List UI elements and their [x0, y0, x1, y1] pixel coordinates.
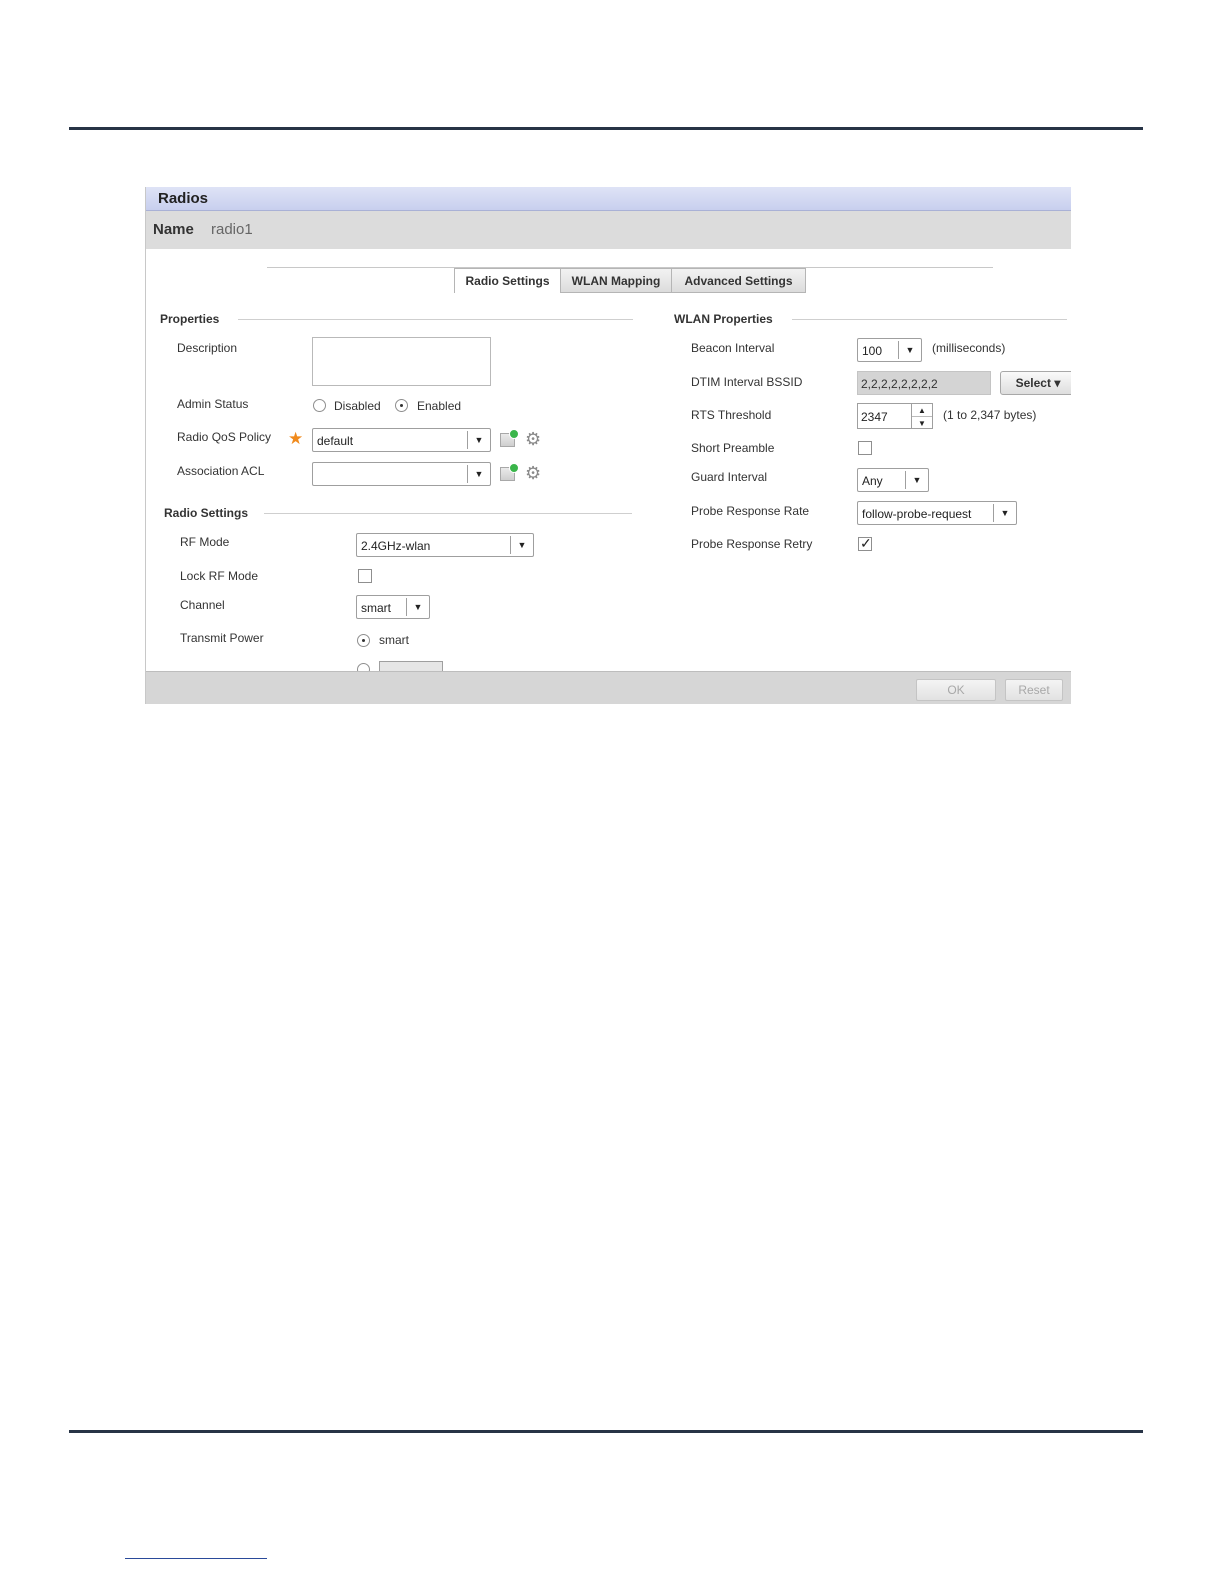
- rts-threshold-label: RTS Threshold: [691, 408, 772, 422]
- probe-response-rate-label: Probe Response Rate: [691, 504, 810, 518]
- spin-down-icon[interactable]: ▼: [912, 416, 932, 429]
- chevron-down-icon: ▼: [467, 431, 490, 449]
- chevron-down-icon: ▼: [467, 465, 490, 483]
- dialog-title: Radios: [158, 190, 209, 207]
- admin-status-disabled-label: Disabled: [334, 399, 381, 413]
- short-preamble-checkbox[interactable]: [858, 441, 872, 455]
- dtim-interval-field: 2,2,2,2,2,2,2,2: [857, 371, 991, 395]
- admin-status-enabled-radio[interactable]: [395, 399, 408, 412]
- short-preamble-label: Short Preamble: [691, 441, 775, 455]
- rts-threshold-range: (1 to 2,347 bytes): [943, 408, 1037, 422]
- properties-divider: [238, 319, 633, 320]
- chevron-down-icon: ▼: [510, 536, 533, 554]
- chevron-down-icon: ▼: [993, 504, 1016, 522]
- lock-rf-mode-checkbox[interactable]: [358, 569, 372, 583]
- reset-button[interactable]: Reset: [1005, 679, 1063, 701]
- rts-threshold-spinner[interactable]: 2347 ▲ ▼: [857, 403, 933, 429]
- admin-status-label: Admin Status: [177, 397, 249, 411]
- checkmark-icon: ✓: [860, 535, 872, 551]
- page-footer-rule: [69, 1430, 1143, 1433]
- transmit-power-label: Transmit Power: [180, 631, 264, 645]
- probe-response-retry-checkbox[interactable]: ✓: [858, 535, 872, 551]
- beacon-interval-label: Beacon Interval: [691, 341, 775, 355]
- dialog-titlebar: Radios: [146, 187, 1071, 211]
- create-qos-policy-icon[interactable]: [500, 429, 519, 447]
- tab-radio-settings[interactable]: Radio Settings: [454, 268, 561, 293]
- ok-button[interactable]: OK: [916, 679, 996, 701]
- spin-up-icon[interactable]: ▲: [912, 404, 932, 416]
- beacon-interval-unit: (milliseconds): [932, 341, 1006, 355]
- dialog-footer: OK Reset: [146, 671, 1071, 704]
- tab-wlan-mapping[interactable]: WLAN Mapping: [560, 268, 672, 293]
- admin-status-disabled-radio[interactable]: [313, 399, 326, 412]
- rf-mode-label: RF Mode: [180, 535, 230, 549]
- radio-settings-divider: [264, 513, 632, 514]
- properties-section-title: Properties: [160, 312, 220, 326]
- create-acl-icon[interactable]: [500, 463, 519, 481]
- guard-interval-select[interactable]: Any ▼: [857, 468, 929, 492]
- radios-dialog: Radios Name radio1 Radio Settings WLAN M…: [145, 187, 1071, 704]
- wlan-properties-section-title: WLAN Properties: [674, 312, 773, 326]
- transmit-power-smart-radio[interactable]: [357, 634, 370, 647]
- description-input[interactable]: [312, 337, 491, 386]
- guard-interval-label: Guard Interval: [691, 470, 768, 484]
- channel-select[interactable]: smart ▼: [356, 595, 430, 619]
- wlan-properties-divider: [792, 319, 1067, 320]
- beacon-interval-select[interactable]: 100 ▼: [857, 338, 922, 362]
- probe-response-rate-select[interactable]: follow-probe-request ▼: [857, 501, 1017, 525]
- required-star-icon: ★: [288, 429, 304, 448]
- footer-link-underline: [125, 1558, 267, 1559]
- association-acl-select[interactable]: ▼: [312, 462, 491, 486]
- page-header-rule: [69, 127, 1143, 130]
- name-bar: Name radio1: [146, 211, 1071, 249]
- transmit-power-smart-label: smart: [379, 633, 409, 647]
- qos-policy-select[interactable]: default ▼: [312, 428, 491, 452]
- name-value: radio1: [211, 221, 253, 238]
- chevron-down-icon: ▼: [905, 471, 928, 489]
- channel-label: Channel: [180, 598, 225, 612]
- lock-rf-mode-label: Lock RF Mode: [180, 569, 259, 583]
- edit-qos-policy-gear-icon[interactable]: ⚙: [525, 430, 541, 448]
- association-acl-label: Association ACL: [177, 464, 265, 478]
- dtim-interval-label: DTIM Interval BSSID: [691, 375, 803, 389]
- description-label: Description: [177, 341, 238, 355]
- rf-mode-select[interactable]: 2.4GHz-wlan ▼: [356, 533, 534, 557]
- probe-response-retry-label: Probe Response Retry: [691, 537, 813, 551]
- caret-down-icon: ▾: [1054, 376, 1061, 390]
- qos-policy-label: Radio QoS Policy: [177, 430, 272, 444]
- chevron-down-icon: ▼: [406, 598, 429, 616]
- edit-acl-gear-icon[interactable]: ⚙: [525, 464, 541, 482]
- admin-status-enabled-label: Enabled: [417, 399, 462, 413]
- chevron-down-icon: ▼: [898, 341, 921, 359]
- dtim-select-button[interactable]: Select ▾: [1000, 371, 1071, 395]
- name-label: Name: [153, 221, 194, 238]
- tab-advanced-settings[interactable]: Advanced Settings: [671, 268, 806, 293]
- radio-settings-section-title: Radio Settings: [164, 506, 249, 520]
